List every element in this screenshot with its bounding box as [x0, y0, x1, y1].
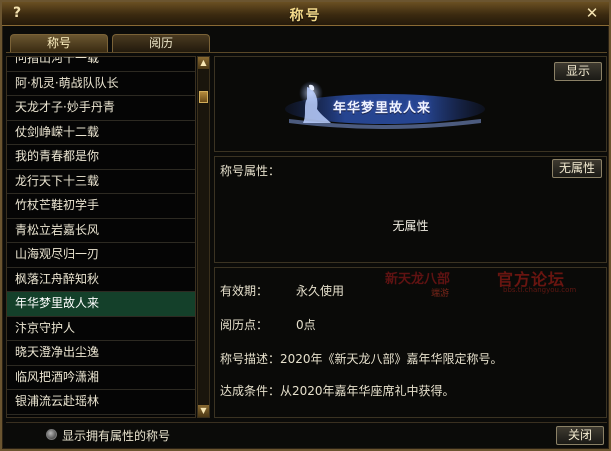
attributes-panel: 称号属性： 无属性 无属性 [214, 156, 607, 263]
title-bar: ? 称号 ✕ [2, 2, 609, 26]
list-item[interactable]: 问指山河十一载 [7, 57, 195, 72]
close-icon[interactable]: ✕ [583, 5, 601, 22]
experience-row: 阅历点： 0点 [220, 316, 316, 333]
validity-value: 永久使用 [296, 284, 345, 298]
condition-row: 达成条件：从2020年嘉年华座席礼中获得。 [220, 382, 455, 399]
footer-divider [6, 422, 607, 423]
attributes-label: 称号属性： [220, 164, 281, 178]
list-item[interactable]: 竹杖芒鞋初学手 [7, 194, 195, 219]
list-item[interactable]: 枫落江舟醉知秋 [7, 268, 195, 292]
list-item[interactable]: 天龙才子·妙手丹青 [7, 96, 195, 121]
title-window: ? 称号 ✕ 称号 阅历 问指山河十一载 阿·机灵·萌战队队长 天龙才子·妙手丹青仗… [0, 0, 611, 451]
validity-row: 有效期： 永久使用 [220, 282, 344, 299]
list-item[interactable]: 龙行天下十三载 [7, 170, 195, 194]
scroll-thumb[interactable] [199, 91, 208, 103]
no-attribute-button[interactable]: 无属性 [552, 159, 602, 178]
list-item[interactable]: 仗剑峥嵘十二载 [7, 121, 195, 145]
tab-bar: 称号 阅历 [10, 34, 210, 52]
show-owned-attributes-label[interactable]: 显示拥有属性的称号 [62, 427, 170, 444]
list-item[interactable]: 年华梦里故人来 [7, 292, 195, 317]
title-banner: 年华梦里故人来 [281, 79, 489, 135]
list-item[interactable]: 晓天澄净出尘逸 [7, 341, 195, 366]
title-list: 问指山河十一载 阿·机灵·萌战队队长 天龙才子·妙手丹青 仗剑峥嵘十二载 我的青春都是你… [6, 56, 196, 418]
show-owned-attributes-radio[interactable] [46, 429, 57, 440]
list-item[interactable]: 阿·机灵·萌战队队长 [7, 72, 195, 96]
description-label: 称号描述： [220, 352, 281, 366]
tab-experience[interactable]: 阅历 [112, 34, 210, 52]
forum-watermark: 新天龙八部 端游 官方论坛 bbs.tl.changyou.com [385, 264, 605, 304]
attributes-value: 无属性 [392, 219, 429, 233]
window-title: 称号 [289, 8, 322, 24]
close-button[interactable]: 关闭 [556, 426, 604, 445]
title-preview-panel: 显示 年华梦里故人来 [214, 56, 607, 152]
description-row: 称号描述：2020年《新天龙八部》嘉年华限定称号。 [220, 350, 503, 367]
condition-label: 达成条件： [220, 384, 281, 398]
list-item[interactable]: 汴京守护人 [7, 317, 195, 341]
list-item[interactable]: 青松立岩嘉长风 [7, 219, 195, 243]
show-button[interactable]: 显示 [554, 62, 602, 81]
list-scrollbar[interactable]: ▲ ▼ [197, 56, 210, 418]
validity-label: 有效期： [220, 284, 269, 298]
watermark-game-logo: 新天龙八部 [385, 272, 451, 287]
title-list-items: 问指山河十一载 阿·机灵·萌战队队长 天龙才子·妙手丹青 仗剑峥嵘十二载 我的青春都是你… [7, 57, 195, 415]
scroll-down-icon[interactable]: ▼ [198, 405, 209, 417]
description-value: 2020年《新天龙八部》嘉年华限定称号。 [280, 352, 503, 366]
watermark-url: bbs.tl.changyou.com [503, 286, 577, 294]
scroll-up-icon[interactable]: ▲ [198, 57, 209, 69]
banner-title-text: 年华梦里故人来 [333, 101, 432, 116]
experience-label: 阅历点： [220, 318, 269, 332]
list-item[interactable]: 银浦流云赴瑶林 [7, 390, 195, 415]
title-info-panel: 新天龙八部 端游 官方论坛 bbs.tl.changyou.com 有效期： 永久… [214, 267, 607, 418]
watermark-game-sub: 端游 [431, 289, 450, 299]
condition-value: 从2020年嘉年华座席礼中获得。 [280, 384, 455, 398]
experience-value: 0点 [296, 318, 316, 332]
tab-titles[interactable]: 称号 [10, 34, 108, 52]
list-item[interactable]: 我的青春都是你 [7, 145, 195, 170]
list-item[interactable]: 临风把酒吟潇湘 [7, 366, 195, 390]
list-item[interactable]: 山海观尽归一刃 [7, 243, 195, 268]
tab-divider [6, 52, 607, 53]
